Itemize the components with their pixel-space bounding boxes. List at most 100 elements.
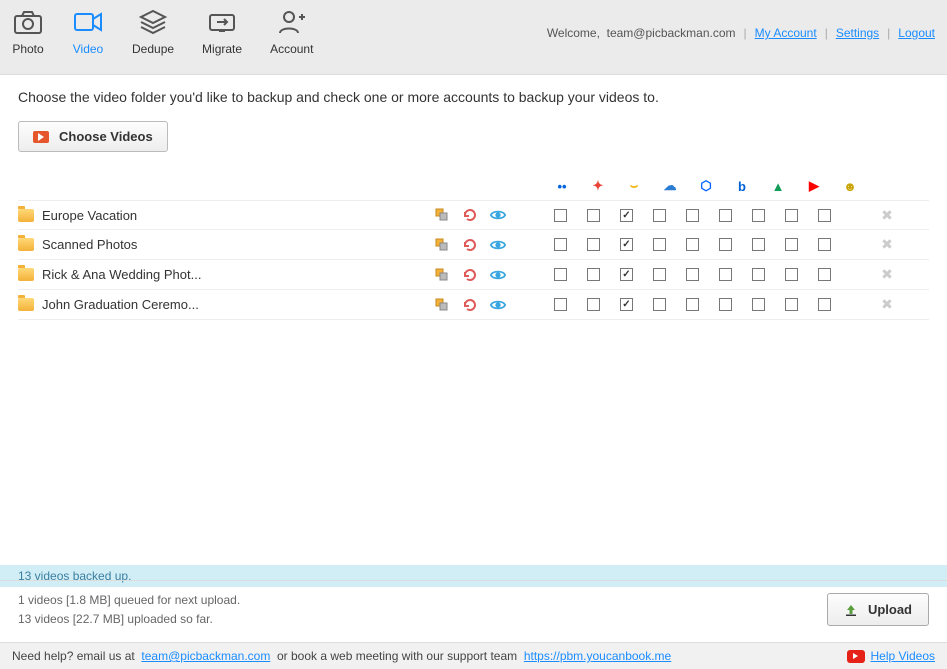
settings-link[interactable]: Settings: [836, 26, 879, 40]
service-checkbox-box[interactable]: [719, 268, 732, 281]
onedrive-service-icon: ☁: [662, 178, 678, 194]
service-checkbox-youtube[interactable]: [785, 268, 798, 281]
footer-booking-link[interactable]: https://pbm.youcanbook.me: [524, 649, 671, 663]
help-videos-link[interactable]: Help Videos: [871, 649, 936, 663]
folder-icon: [18, 298, 34, 311]
service-checkbox-google-drive[interactable]: [752, 298, 765, 311]
upload-button-label: Upload: [868, 602, 912, 617]
footer-email-link[interactable]: team@picbackman.com: [141, 649, 270, 663]
service-checkbox-google-drive[interactable]: [752, 209, 765, 222]
person-icon: [276, 8, 308, 36]
youtube-icon: [847, 650, 865, 663]
service-checkbox-other[interactable]: [818, 238, 831, 251]
footer-bar: Need help? email us at team@picbackman.c…: [0, 642, 947, 669]
service-checkbox-onedrive[interactable]: [653, 238, 666, 251]
service-checkbox-onedrive[interactable]: [653, 298, 666, 311]
service-checkbox-dropbox[interactable]: [686, 209, 699, 222]
toolbar-label: Account: [270, 42, 313, 56]
service-checkbox-google-photos[interactable]: [587, 209, 600, 222]
service-checkbox-flickr[interactable]: [554, 209, 567, 222]
toolbar-dedupe[interactable]: Dedupe: [132, 8, 174, 56]
logout-link[interactable]: Logout: [898, 26, 935, 40]
service-checkbox-other[interactable]: [818, 268, 831, 281]
service-checkbox-google-drive[interactable]: [752, 238, 765, 251]
duplicate-icon[interactable]: [434, 207, 450, 223]
folder-name: John Graduation Ceremo...: [42, 297, 199, 312]
service-checkbox-flickr[interactable]: [554, 298, 567, 311]
service-checkbox-dropbox[interactable]: [686, 268, 699, 281]
service-checkbox-google-photos[interactable]: [587, 268, 600, 281]
camera-icon: [12, 8, 44, 36]
service-checkbox-flickr[interactable]: [554, 238, 567, 251]
grid-header: ••✦⌣☁⬡b▲▶☻: [18, 172, 929, 200]
service-checkbox-onedrive[interactable]: [653, 209, 666, 222]
duplicate-icon[interactable]: [434, 297, 450, 313]
service-checkbox-dropbox[interactable]: [686, 238, 699, 251]
toolbar-photo[interactable]: Photo: [12, 8, 44, 56]
service-checkbox-smugmug[interactable]: [620, 298, 633, 311]
toolbar-migrate[interactable]: Migrate: [202, 8, 242, 56]
service-checkbox-youtube[interactable]: [785, 238, 798, 251]
flickr-service-icon: ••: [554, 178, 570, 194]
toolbar-label: Video: [73, 42, 103, 56]
toolbar-account[interactable]: Account: [270, 8, 313, 56]
refresh-icon[interactable]: [462, 237, 478, 253]
refresh-icon[interactable]: [462, 267, 478, 283]
upload-arrow-icon: [844, 603, 858, 617]
remove-row-icon[interactable]: ✖: [881, 207, 893, 223]
service-checkbox-youtube[interactable]: [785, 298, 798, 311]
google-photos-service-icon: ✦: [590, 178, 606, 194]
preview-icon[interactable]: [490, 297, 506, 313]
service-checkbox-smugmug[interactable]: [620, 238, 633, 251]
upload-stats: 1 videos [1.8 MB] queued for next upload…: [18, 591, 240, 629]
service-checkbox-google-drive[interactable]: [752, 268, 765, 281]
folder-icon: [18, 238, 34, 251]
choose-videos-button[interactable]: Choose Videos: [18, 121, 168, 152]
service-checkbox-smugmug[interactable]: [620, 268, 633, 281]
service-checkbox-youtube[interactable]: [785, 209, 798, 222]
layers-icon: [137, 8, 169, 36]
remove-row-icon[interactable]: ✖: [881, 296, 893, 312]
refresh-icon[interactable]: [462, 297, 478, 313]
folder-name: Rick & Ana Wedding Phot...: [42, 267, 201, 282]
folder-name: Europe Vacation: [42, 208, 137, 223]
preview-icon[interactable]: [490, 267, 506, 283]
service-checkbox-smugmug[interactable]: [620, 209, 633, 222]
service-checkbox-google-photos[interactable]: [587, 238, 600, 251]
video-icon: [72, 8, 104, 36]
service-checkbox-flickr[interactable]: [554, 268, 567, 281]
service-checkbox-onedrive[interactable]: [653, 268, 666, 281]
account-bar: Welcome, team@picbackman.com | My Accoun…: [547, 8, 935, 40]
migrate-icon: [206, 8, 238, 36]
service-checkbox-box[interactable]: [719, 209, 732, 222]
preview-icon[interactable]: [490, 237, 506, 253]
service-checkbox-dropbox[interactable]: [686, 298, 699, 311]
service-checkbox-google-photos[interactable]: [587, 298, 600, 311]
top-toolbar: Photo Video Dedupe Migrate Account Welcome, …: [0, 0, 947, 75]
preview-icon[interactable]: [490, 207, 506, 223]
toolbar-label: Photo: [12, 42, 43, 56]
folder-icon: [18, 209, 34, 222]
youtube-service-icon: ▶: [806, 178, 822, 194]
refresh-icon[interactable]: [462, 207, 478, 223]
duplicate-icon[interactable]: [434, 267, 450, 283]
service-checkbox-other[interactable]: [818, 209, 831, 222]
folder-name: Scanned Photos: [42, 237, 137, 252]
service-checkbox-other[interactable]: [818, 298, 831, 311]
remove-row-icon[interactable]: ✖: [881, 266, 893, 282]
toolbar-video[interactable]: Video: [72, 8, 104, 56]
folder-grid: ••✦⌣☁⬡b▲▶☻ Europe Vacation✖Scanned Photo…: [18, 172, 929, 320]
upload-panel: 1 videos [1.8 MB] queued for next upload…: [0, 580, 947, 639]
my-account-link[interactable]: My Account: [755, 26, 817, 40]
toolbar-label: Migrate: [202, 42, 242, 56]
table-row: John Graduation Ceremo... ✖: [18, 290, 929, 320]
remove-row-icon[interactable]: ✖: [881, 236, 893, 252]
welcome-text: Welcome, team@picbackman.com: [547, 26, 736, 40]
upload-button[interactable]: Upload: [827, 593, 929, 626]
service-checkbox-box[interactable]: [719, 238, 732, 251]
choose-videos-label: Choose Videos: [59, 129, 153, 144]
duplicate-icon[interactable]: [434, 237, 450, 253]
dropbox-service-icon: ⬡: [698, 178, 714, 194]
footer-help-text: Need help? email us at team@picbackman.c…: [12, 649, 671, 663]
service-checkbox-box[interactable]: [719, 298, 732, 311]
